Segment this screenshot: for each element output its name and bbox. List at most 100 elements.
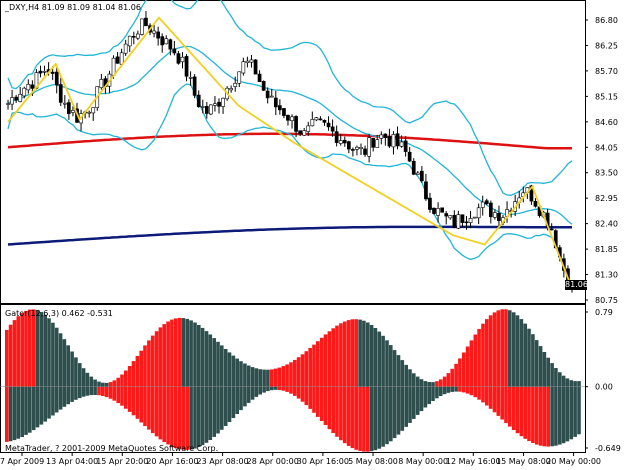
gator-lower-bar xyxy=(51,386,55,416)
gator-lower-bar xyxy=(458,386,462,392)
candle-body xyxy=(379,134,384,139)
gator-lower-bar xyxy=(316,386,320,417)
gator-lower-bar xyxy=(561,386,566,444)
candle-body xyxy=(237,71,242,84)
gator-lower-bar xyxy=(350,386,355,449)
candle-body xyxy=(322,120,327,123)
gator-upper-bar xyxy=(392,350,397,387)
x-tick-label: 13 Apr 04:00 xyxy=(46,457,98,466)
gator-upper-bar xyxy=(235,358,239,387)
gator-lower-bar xyxy=(204,386,209,443)
gator-upper-bar xyxy=(373,328,378,387)
candle-body xyxy=(200,106,205,108)
y-tick-label: 81.30 xyxy=(595,271,618,280)
y-tick-label: 85.70 xyxy=(595,67,618,76)
gator-lower-bar xyxy=(389,386,393,442)
y-tick-label: 82.95 xyxy=(595,194,618,203)
candle-body xyxy=(395,133,400,147)
gator-upper-bar xyxy=(166,321,170,387)
x-tick-label: 30 Apr 16:00 xyxy=(297,457,349,466)
gator-lower-bar xyxy=(508,386,512,427)
gator-upper-bar xyxy=(515,315,520,387)
y-tick-label: 86.80 xyxy=(595,16,618,25)
gator-upper-bar xyxy=(97,381,101,387)
gator-upper-bar xyxy=(339,323,343,387)
candle-body xyxy=(261,81,266,91)
gator-lower-bar xyxy=(408,386,412,423)
gator-lower-bar xyxy=(262,386,266,393)
gator-lower-bar xyxy=(465,386,470,394)
gator-upper-bar xyxy=(304,351,309,387)
gator-lower-bar xyxy=(454,386,458,392)
gator-upper-bar xyxy=(554,368,558,387)
gator-upper-bar xyxy=(58,333,63,387)
gator-upper-bar xyxy=(108,382,113,387)
gator-upper-bar xyxy=(362,320,366,387)
gator-upper-bar xyxy=(335,325,339,387)
x-tick-label: 12 May 16:00 xyxy=(446,457,501,466)
gator-lower-bar xyxy=(5,386,9,442)
candle-body xyxy=(436,208,440,216)
candle-body xyxy=(152,30,156,34)
gator-upper-bar xyxy=(385,340,389,387)
gator-upper-bar xyxy=(127,366,132,387)
gator-lower-bar xyxy=(400,386,405,431)
gator-lower-bar xyxy=(488,386,493,409)
y-tick-label: 82.40 xyxy=(595,220,618,229)
x-tick-label: 20 Apr 16:00 xyxy=(146,457,198,466)
gator-upper-bar xyxy=(93,379,97,387)
gator-lower-bar xyxy=(419,386,424,412)
candle-body xyxy=(383,133,388,138)
gator-lower-bar xyxy=(373,386,378,451)
candle-body xyxy=(87,111,91,114)
gator-lower-bar xyxy=(162,386,166,443)
candle-body xyxy=(298,130,303,135)
candle-body xyxy=(192,76,197,96)
chart-canvas[interactable]: 86.80 86.25 85.70 85.15 84.60 84.05 83.50 82.95… xyxy=(0,0,624,468)
gator-upper-bar xyxy=(331,328,335,387)
candle-body xyxy=(58,84,63,103)
candle-body xyxy=(265,90,270,99)
gator-upper-bar xyxy=(415,376,420,387)
gator-lower-bar xyxy=(243,386,247,407)
gator-upper-bar xyxy=(170,319,174,387)
price-panel xyxy=(0,0,586,304)
gator-upper-bar xyxy=(35,310,40,387)
candle-body xyxy=(241,61,246,74)
candle-body xyxy=(213,103,217,106)
gator-lower-bar xyxy=(266,386,270,392)
gator-upper-bar xyxy=(112,380,117,387)
gator-lower-bar xyxy=(177,386,182,450)
gator-lower-bar xyxy=(74,386,78,400)
gator-lower-bar xyxy=(293,386,297,396)
gator-upper-bar xyxy=(327,331,332,387)
gator-upper-bar xyxy=(550,363,554,387)
gator-lower-bar xyxy=(435,386,439,399)
gator-upper-bar xyxy=(74,357,78,387)
candle-body xyxy=(164,38,169,45)
gator-lower-bar xyxy=(216,386,220,434)
candle-body xyxy=(306,125,311,132)
chart-window[interactable]: 86.80 86.25 85.70 85.15 84.60 84.05 83.50 82.95… xyxy=(0,0,624,468)
gator-lower-bar xyxy=(254,386,259,397)
gator-upper-bar xyxy=(462,352,466,387)
y-tick-label: 84.60 xyxy=(595,118,618,127)
gator-lower-bar xyxy=(24,386,28,435)
gator-upper-bar xyxy=(381,335,385,387)
gator-lower-bar xyxy=(558,386,562,445)
gator-upper-bar xyxy=(143,345,147,387)
candle-body xyxy=(30,84,35,89)
x-tick-label: 5 May 08:00 xyxy=(348,457,398,466)
candle-body xyxy=(160,36,165,46)
gator-lower-bar xyxy=(147,386,151,430)
gator-upper-bar xyxy=(154,331,159,387)
gator-lower-bar xyxy=(66,386,70,405)
candle-body xyxy=(411,161,416,175)
y-tick-label: 85.15 xyxy=(595,92,618,101)
candle-body xyxy=(156,31,161,39)
candle-body xyxy=(277,105,282,111)
gator-lower-bar xyxy=(327,386,332,430)
candle-body xyxy=(399,141,404,147)
candle-body xyxy=(359,147,363,150)
gator-upper-bar xyxy=(293,359,297,387)
